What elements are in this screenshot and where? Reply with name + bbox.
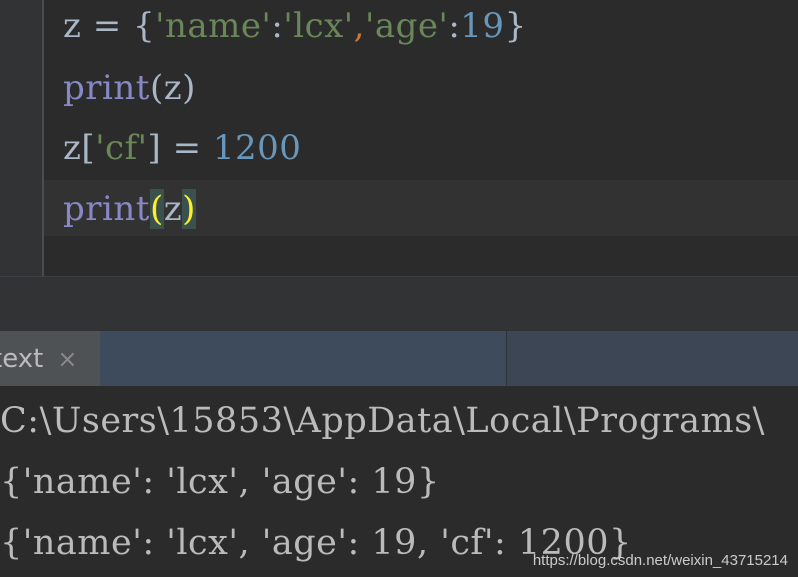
run-tab-strip bbox=[100, 331, 506, 387]
code-token: print bbox=[63, 68, 150, 108]
code-token: ] = bbox=[147, 128, 213, 168]
code-token: print bbox=[63, 189, 150, 229]
editor-gutter bbox=[0, 0, 42, 276]
code-line-4[interactable]: print(z) bbox=[63, 187, 196, 231]
code-token: : bbox=[271, 6, 284, 46]
code-token: z = { bbox=[63, 6, 156, 46]
code-token: , bbox=[353, 6, 365, 46]
code-token: ( bbox=[149, 189, 164, 229]
watermark: https://blog.csdn.net/weixin_43715214 bbox=[532, 552, 788, 569]
code-line-3[interactable]: z['cf'] = 1200 bbox=[63, 126, 301, 170]
code-token: } bbox=[504, 6, 527, 46]
code-token: 'name' bbox=[155, 6, 272, 46]
code-token: 19 bbox=[460, 6, 505, 46]
code-editor[interactable]: z = {'name':'lcx','age':19} print(z) z['… bbox=[0, 0, 798, 276]
code-token: (z) bbox=[149, 68, 196, 108]
code-token: : bbox=[448, 6, 461, 46]
run-console-output[interactable]: C:\Users\15853\AppData\Local\Programs\ {… bbox=[0, 386, 798, 577]
code-line-1[interactable]: z = {'name':'lcx','age':19} bbox=[63, 4, 527, 48]
code-token: 1200 bbox=[212, 128, 302, 168]
code-token: 'lcx' bbox=[283, 6, 354, 46]
run-tool-window-tabs: text × bbox=[0, 330, 798, 387]
code-token: z bbox=[163, 189, 183, 229]
code-token: 'age' bbox=[364, 6, 449, 46]
run-tab-label: text bbox=[0, 344, 44, 374]
run-tab-strip-end bbox=[506, 331, 798, 387]
code-token: z[ bbox=[63, 128, 96, 168]
code-token: 'cf' bbox=[95, 128, 148, 168]
console-line-path: C:\Users\15853\AppData\Local\Programs\ bbox=[0, 401, 765, 441]
editor-bottom-area bbox=[0, 276, 798, 331]
code-token: ) bbox=[182, 189, 196, 229]
run-tab[interactable]: text × bbox=[0, 331, 100, 387]
console-line-output-1: {'name': 'lcx', 'age': 19} bbox=[0, 462, 440, 502]
code-line-2[interactable]: print(z) bbox=[63, 66, 196, 110]
close-icon[interactable]: × bbox=[57, 345, 77, 373]
